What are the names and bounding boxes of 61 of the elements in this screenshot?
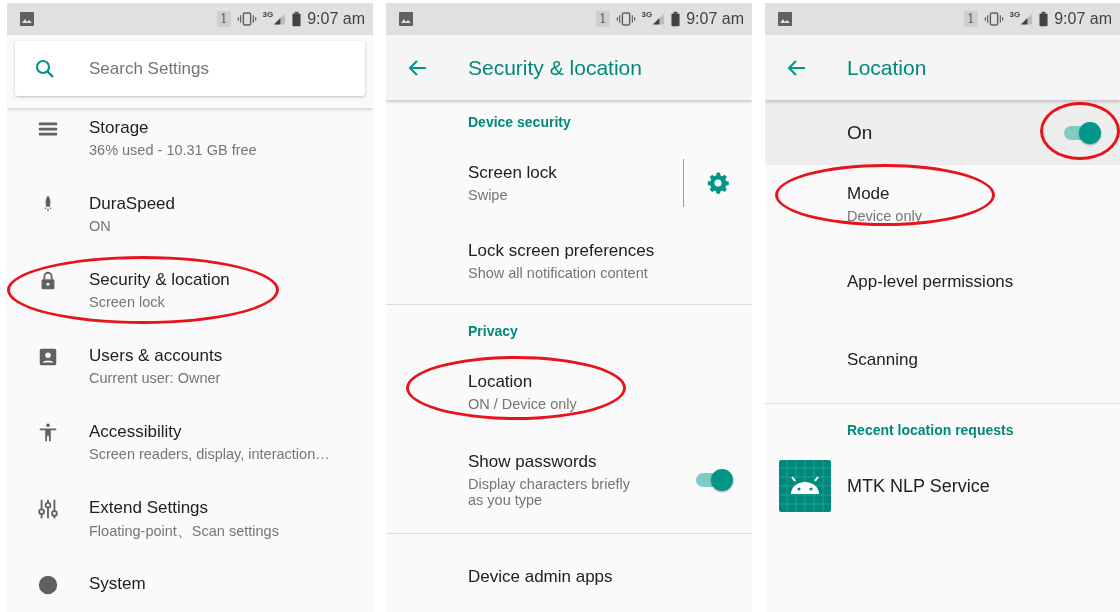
sim-badge: 1 bbox=[595, 11, 610, 27]
setting-summary: Show all notification content bbox=[468, 265, 648, 281]
setting-title[interactable]: Show passwords bbox=[468, 452, 597, 472]
network-type: 3G bbox=[1009, 10, 1021, 19]
signal-icon bbox=[273, 12, 287, 26]
image-icon bbox=[398, 11, 414, 27]
setting-title[interactable]: Location bbox=[468, 372, 533, 392]
setting-summary: 36% used - 10.31 GB free bbox=[89, 142, 257, 158]
setting-title[interactable]: Extend Settings bbox=[89, 498, 209, 518]
network-type: 3G bbox=[262, 10, 274, 19]
battery-icon bbox=[292, 11, 302, 27]
section-header: Privacy bbox=[467, 322, 519, 341]
setting-summary: ON bbox=[89, 218, 111, 234]
setting-summary: ON / Device only bbox=[468, 396, 577, 412]
setting-summary: Device only bbox=[847, 208, 922, 224]
image-icon bbox=[19, 11, 35, 27]
accessibility-icon bbox=[37, 422, 59, 444]
account-icon bbox=[37, 346, 59, 368]
status-time: 9:07 am bbox=[686, 10, 744, 28]
setting-summary: Display characters briefly as you type bbox=[468, 476, 631, 508]
setting-title[interactable]: Storage bbox=[89, 118, 149, 138]
page-title: Security & location bbox=[468, 55, 642, 80]
setting-summary: Floating-point、Scan settings bbox=[89, 522, 279, 541]
android-app-icon bbox=[779, 460, 831, 512]
section-header: Device security bbox=[467, 113, 572, 132]
status-time: 9:07 am bbox=[1054, 10, 1112, 28]
setting-title[interactable]: MTK NLP Service bbox=[847, 475, 990, 497]
network-type: 3G bbox=[641, 10, 653, 19]
master-switch-label: On bbox=[847, 121, 874, 144]
battery-icon bbox=[671, 11, 681, 27]
setting-summary: Current user: Owner bbox=[89, 370, 221, 386]
section-header: Recent location requests bbox=[846, 421, 1015, 440]
setting-title[interactable]: Device admin apps bbox=[468, 567, 613, 587]
signal-icon bbox=[652, 12, 666, 26]
setting-title[interactable]: Mode bbox=[847, 184, 890, 204]
setting-title[interactable]: Users & accounts bbox=[89, 346, 223, 366]
image-icon bbox=[777, 11, 793, 27]
sim-badge: 1 bbox=[216, 11, 231, 27]
setting-title[interactable]: Screen lock bbox=[468, 163, 557, 183]
settings-icon[interactable] bbox=[706, 171, 730, 195]
setting-title[interactable]: Lock screen preferences bbox=[468, 241, 655, 261]
sim-badge: 1 bbox=[963, 11, 978, 27]
setting-title[interactable]: App-level permissions bbox=[847, 272, 1014, 292]
search-field[interactable]: Search Settings bbox=[15, 41, 365, 96]
setting-title[interactable]: Security & location bbox=[89, 270, 230, 290]
vibrate-icon bbox=[236, 11, 257, 27]
vibrate-icon bbox=[983, 11, 1004, 27]
setting-summary: Screen readers, display, interaction… bbox=[89, 446, 330, 462]
sliders-icon bbox=[37, 498, 59, 520]
setting-title[interactable]: Accessibility bbox=[89, 422, 182, 442]
setting-title[interactable]: Scanning bbox=[847, 350, 918, 370]
vibrate-icon bbox=[615, 11, 636, 27]
master-switch-bar[interactable]: On bbox=[765, 100, 1120, 165]
setting-summary: Screen lock bbox=[89, 294, 165, 310]
page-title: Location bbox=[847, 55, 927, 80]
status-time: 9:07 am bbox=[307, 10, 365, 28]
setting-title[interactable]: System bbox=[89, 574, 146, 594]
signal-icon bbox=[1020, 12, 1034, 26]
battery-icon bbox=[1039, 11, 1049, 27]
setting-title[interactable]: DuraSpeed bbox=[89, 194, 175, 214]
setting-summary: Swipe bbox=[468, 187, 508, 203]
